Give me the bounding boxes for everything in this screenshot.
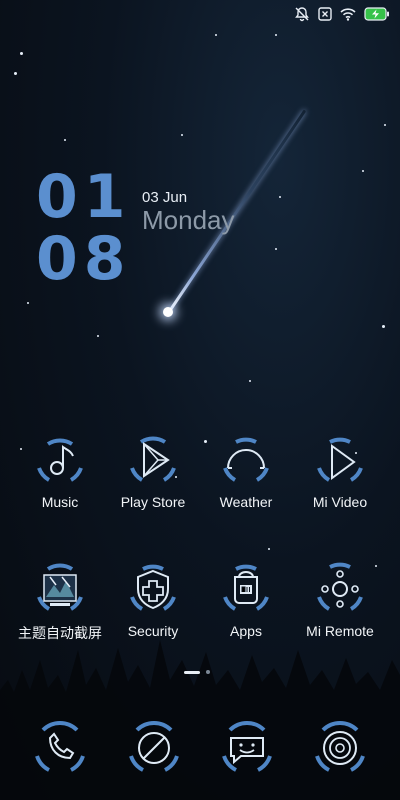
- shield-plus-icon: [125, 561, 181, 617]
- phone-icon: [35, 720, 85, 772]
- remote-control-icon: [312, 561, 368, 617]
- date-text: 03 Jun: [142, 189, 188, 206]
- wifi-icon: [340, 7, 356, 21]
- page-dot: [206, 670, 210, 674]
- notifications-off-icon: [294, 6, 310, 22]
- play-triangle-icon: [312, 432, 368, 488]
- status-bar: [294, 4, 390, 24]
- dock-phone[interactable]: [31, 718, 89, 776]
- browser-globe-icon: [129, 720, 179, 772]
- dock-browser[interactable]: [125, 718, 183, 776]
- music-note-icon: [32, 432, 88, 488]
- page-dot-active: [184, 670, 200, 674]
- dock-camera[interactable]: [311, 718, 369, 776]
- app-label: Music: [41, 494, 79, 510]
- app-label: Weather: [219, 494, 273, 510]
- app-security[interactable]: Security: [108, 561, 198, 639]
- weekday-text: Monday: [142, 205, 235, 235]
- app-label: Mi Video: [312, 494, 368, 510]
- clock-widget[interactable]: 01 08: [36, 162, 132, 294]
- app-mi-video[interactable]: Mi Video: [295, 432, 385, 510]
- app-play-store[interactable]: Play Store: [108, 432, 198, 510]
- app-music[interactable]: Music: [15, 432, 105, 510]
- messaging-chat-icon: [222, 720, 272, 772]
- app-apps[interactable]: Apps: [201, 561, 291, 639]
- clock-minutes: 08: [36, 224, 132, 294]
- mi-store-bag-icon: [218, 561, 274, 617]
- page-indicator[interactable]: [184, 670, 210, 674]
- screenshot-theme-icon: [32, 561, 88, 617]
- app-mi-remote[interactable]: Mi Remote: [295, 561, 385, 639]
- sim-error-icon: [318, 7, 332, 21]
- app-label: Play Store: [120, 494, 186, 510]
- play-store-icon: [125, 432, 181, 488]
- dock-messaging[interactable]: [218, 718, 276, 776]
- app-weather[interactable]: Weather: [201, 432, 291, 510]
- battery-charging-icon: [364, 7, 390, 21]
- shooting-star-head: [163, 307, 173, 317]
- clock-hours: 01: [36, 162, 132, 232]
- weather-icon: [218, 432, 274, 488]
- camera-lens-icon: [315, 720, 365, 772]
